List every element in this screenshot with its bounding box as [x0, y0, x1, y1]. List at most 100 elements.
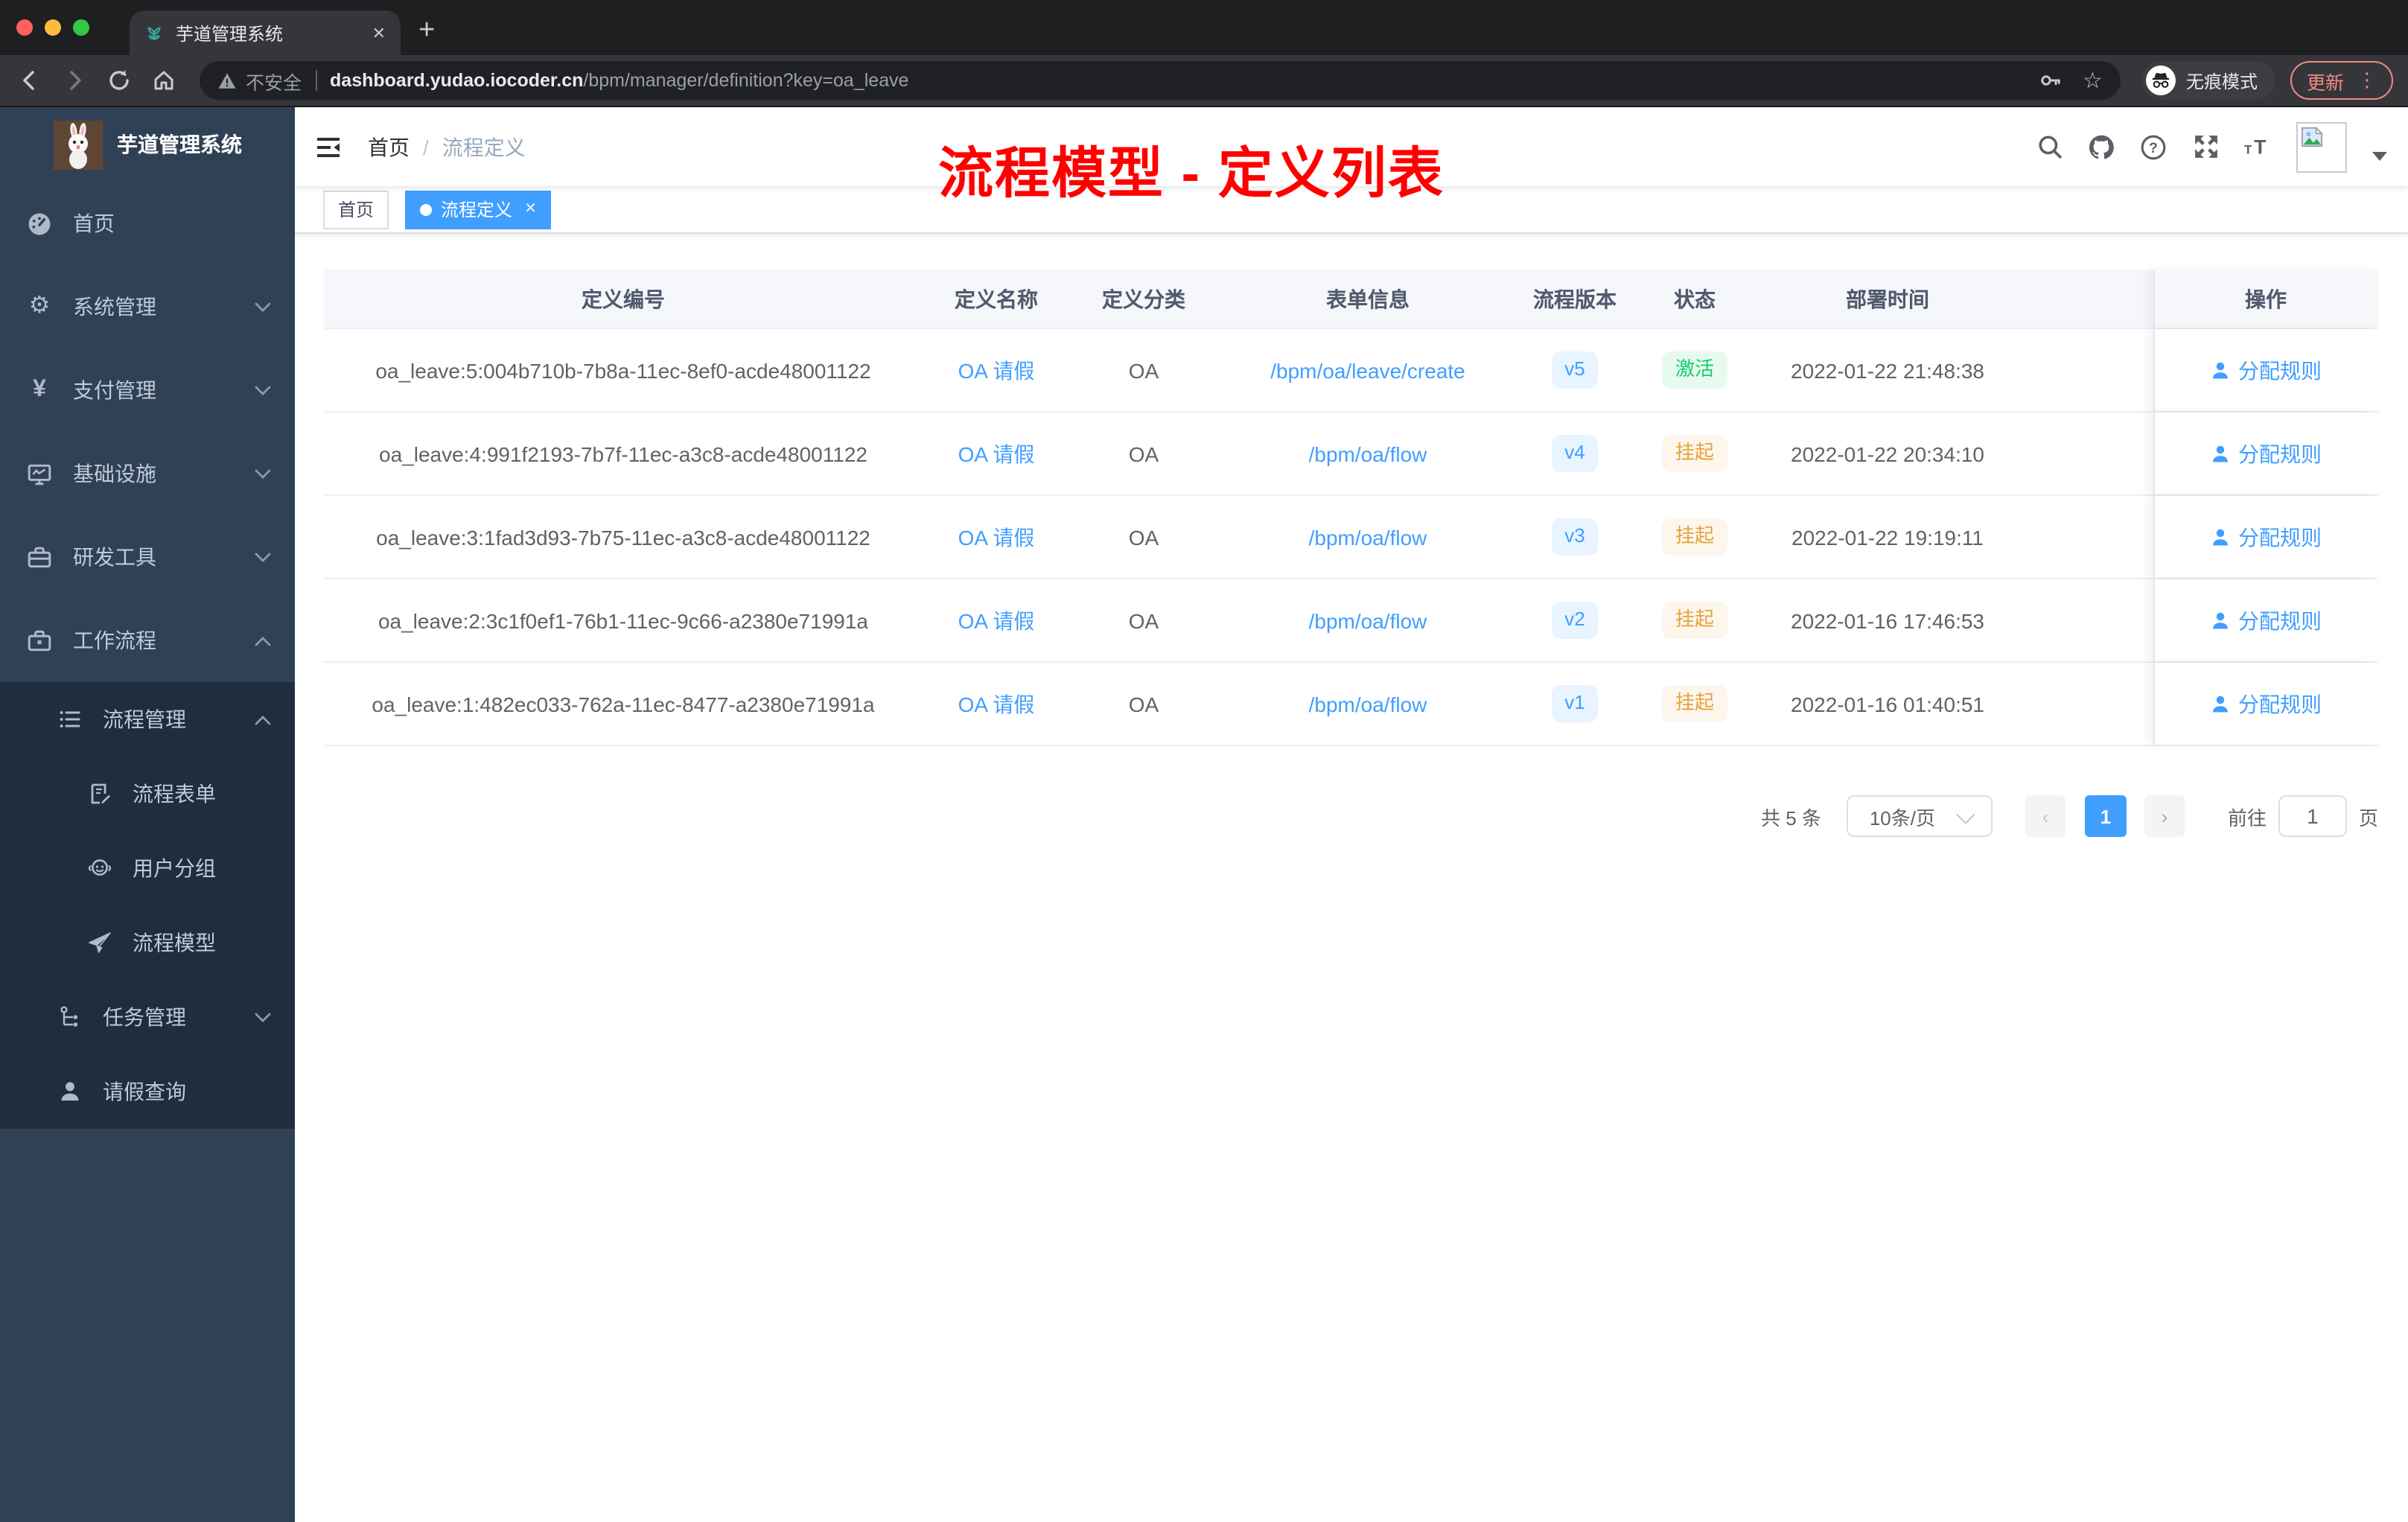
sidebar-item-process-manage[interactable]: 流程管理 [0, 682, 295, 757]
table-row: oa_leave:4:991f2193-7b7f-11ec-a3c8-acde4… [325, 413, 2378, 496]
chevron-down-icon [255, 468, 271, 479]
chevron-down-icon [255, 302, 271, 312]
tag-home[interactable]: 首页 [323, 190, 389, 229]
new-tab-button[interactable]: + [418, 14, 435, 47]
tag-label: 首页 [338, 200, 375, 220]
yen-icon: ¥ [33, 377, 46, 402]
chevron-up-icon [255, 635, 271, 646]
chevron-down-icon [255, 552, 271, 562]
form-info-link[interactable]: /bpm/oa/flow [1309, 442, 1427, 465]
sidebar-item-home[interactable]: 首页 [0, 182, 295, 265]
svg-text:?: ? [2149, 140, 2158, 156]
minimize-window-button[interactable] [45, 19, 61, 36]
active-tag-dot [420, 203, 433, 215]
sidebar-item-label: 流程管理 [103, 707, 186, 731]
tab-favicon-sprout-icon [144, 23, 164, 42]
sidebar-item-task-manage[interactable]: 任务管理 [0, 980, 295, 1054]
definition-name-link[interactable]: OA 请假 [958, 355, 1035, 385]
close-window-button[interactable] [16, 19, 33, 36]
top-navbar: 首页 / 流程定义 流程模型 - 定义列表 ? T T [295, 107, 2408, 204]
password-key-icon[interactable] [2038, 69, 2062, 92]
tag-process-definition[interactable]: 流程定义 ✕ [405, 190, 552, 229]
search-icon[interactable] [2036, 133, 2063, 160]
sidebar-logo[interactable]: 芋道管理系统 [0, 107, 295, 182]
sidebar-item-leave-query[interactable]: 请假查询 [0, 1054, 295, 1129]
status-badge: 挂起 [1661, 435, 1727, 472]
sidebar-item-label: 任务管理 [103, 1005, 186, 1029]
column-header: 定义名称 [955, 287, 1038, 311]
column-header: 定义分类 [1102, 287, 1185, 311]
user-icon [2213, 695, 2228, 712]
form-info-link[interactable]: /bpm/oa/flow [1309, 608, 1427, 632]
sidebar-item-user-group[interactable]: 用户分组 [0, 831, 295, 905]
browser-update-button[interactable]: 更新 ⋮ [2290, 61, 2393, 100]
sidebar-item-process-model[interactable]: 流程模型 [0, 905, 295, 980]
assign-rule-label: 分配规则 [2238, 525, 2322, 549]
fullscreen-icon[interactable] [2192, 133, 2219, 160]
form-info-link[interactable]: /bpm/oa/leave/create [1270, 358, 1465, 382]
definition-name-link[interactable]: OA 请假 [958, 605, 1035, 635]
github-icon[interactable] [2088, 133, 2115, 160]
definition-name-link[interactable]: OA 请假 [958, 522, 1035, 552]
user-avatar-broken-image[interactable] [2296, 121, 2347, 172]
definition-id: oa_leave:2:3c1f0ef1-76b1-11ec-9c66-a2380… [378, 608, 868, 632]
breadcrumb-home[interactable]: 首页 [368, 132, 410, 162]
page-size-select[interactable]: 10条/页 [1846, 795, 1993, 837]
definition-name-link[interactable]: OA 请假 [958, 439, 1035, 468]
sidebar-item-devtools[interactable]: 研发工具 [0, 515, 295, 599]
goto-label: 前往 [2227, 806, 2267, 829]
svg-text:T: T [2254, 136, 2266, 158]
tag-close-icon[interactable]: ✕ [524, 201, 537, 217]
incognito-icon [2145, 66, 2176, 95]
zoom-window-button[interactable] [73, 19, 89, 36]
reload-icon[interactable] [104, 66, 134, 95]
browser-tab[interactable]: 芋道管理系统 ✕ [130, 10, 401, 55]
bookmark-star-icon[interactable]: ☆ [2083, 67, 2103, 94]
sidebar-item-infrastructure[interactable]: 基础设施 [0, 432, 295, 515]
row-filler [2016, 329, 2153, 411]
home-icon[interactable] [149, 66, 179, 95]
address-bar[interactable]: 不安全 dashboard.yudao.iocoder.cn/bpm/manag… [200, 61, 2121, 100]
breadcrumb-separator: / [423, 135, 429, 159]
table-row: oa_leave:3:1fad3d93-7b75-11ec-a3c8-acde4… [325, 496, 2378, 579]
version-badge: v4 [1551, 435, 1599, 472]
browser-tab-strip: 芋道管理系统 ✕ + [0, 0, 2408, 55]
assign-rule-button[interactable]: 分配规则 [2210, 605, 2322, 635]
next-page-button[interactable]: › [2144, 795, 2185, 837]
insecure-label[interactable]: 不安全 [246, 66, 302, 95]
goto-page-input[interactable] [2278, 795, 2347, 837]
url-separator [315, 70, 317, 91]
sidebar-fold-icon[interactable] [316, 135, 341, 159]
definition-name-link[interactable]: OA 请假 [958, 689, 1035, 719]
back-icon[interactable] [15, 66, 45, 95]
assign-rule-button[interactable]: 分配规则 [2210, 439, 2322, 468]
definition-category: OA [1128, 358, 1159, 382]
page-unit-label: 页 [2358, 806, 2378, 829]
user-icon [2213, 611, 2228, 628]
tab-close-icon[interactable]: ✕ [372, 23, 386, 42]
deploy-time: 2022-01-22 20:34:10 [1791, 442, 1984, 465]
sidebar-item-payment[interactable]: ¥ 支付管理 [0, 348, 295, 432]
form-info-link[interactable]: /bpm/oa/flow [1309, 525, 1427, 549]
user-icon [2213, 445, 2228, 462]
prev-page-button[interactable]: ‹ [2025, 795, 2065, 837]
font-size-icon[interactable]: TT [2244, 133, 2271, 160]
form-info-link[interactable]: /bpm/oa/flow [1309, 692, 1427, 716]
sidebar-item-label: 支付管理 [73, 378, 156, 402]
assign-rule-button[interactable]: 分配规则 [2210, 355, 2322, 385]
avatar-caret-down-icon[interactable] [2372, 151, 2387, 160]
version-badge: v1 [1551, 685, 1599, 722]
assign-rule-button[interactable]: 分配规则 [2210, 522, 2322, 552]
browser-menu-dots-icon[interactable]: ⋮ [2357, 69, 2377, 92]
sidebar-item-workflow[interactable]: 工作流程 [0, 599, 295, 682]
current-page-button[interactable]: 1 [2084, 795, 2127, 837]
sidebar-item-system[interactable]: ⚙ 系统管理 [0, 265, 295, 348]
url-domain: dashboard.yudao.iocoder.cn [330, 70, 584, 91]
help-icon[interactable]: ? [2140, 133, 2167, 160]
row-filler [2016, 579, 2153, 661]
assign-rule-button[interactable]: 分配规则 [2210, 689, 2322, 719]
status-badge: 挂起 [1661, 685, 1727, 722]
sidebar-item-process-form[interactable]: 流程表单 [0, 757, 295, 831]
forward-icon[interactable] [60, 66, 89, 95]
user-icon [2213, 361, 2228, 378]
